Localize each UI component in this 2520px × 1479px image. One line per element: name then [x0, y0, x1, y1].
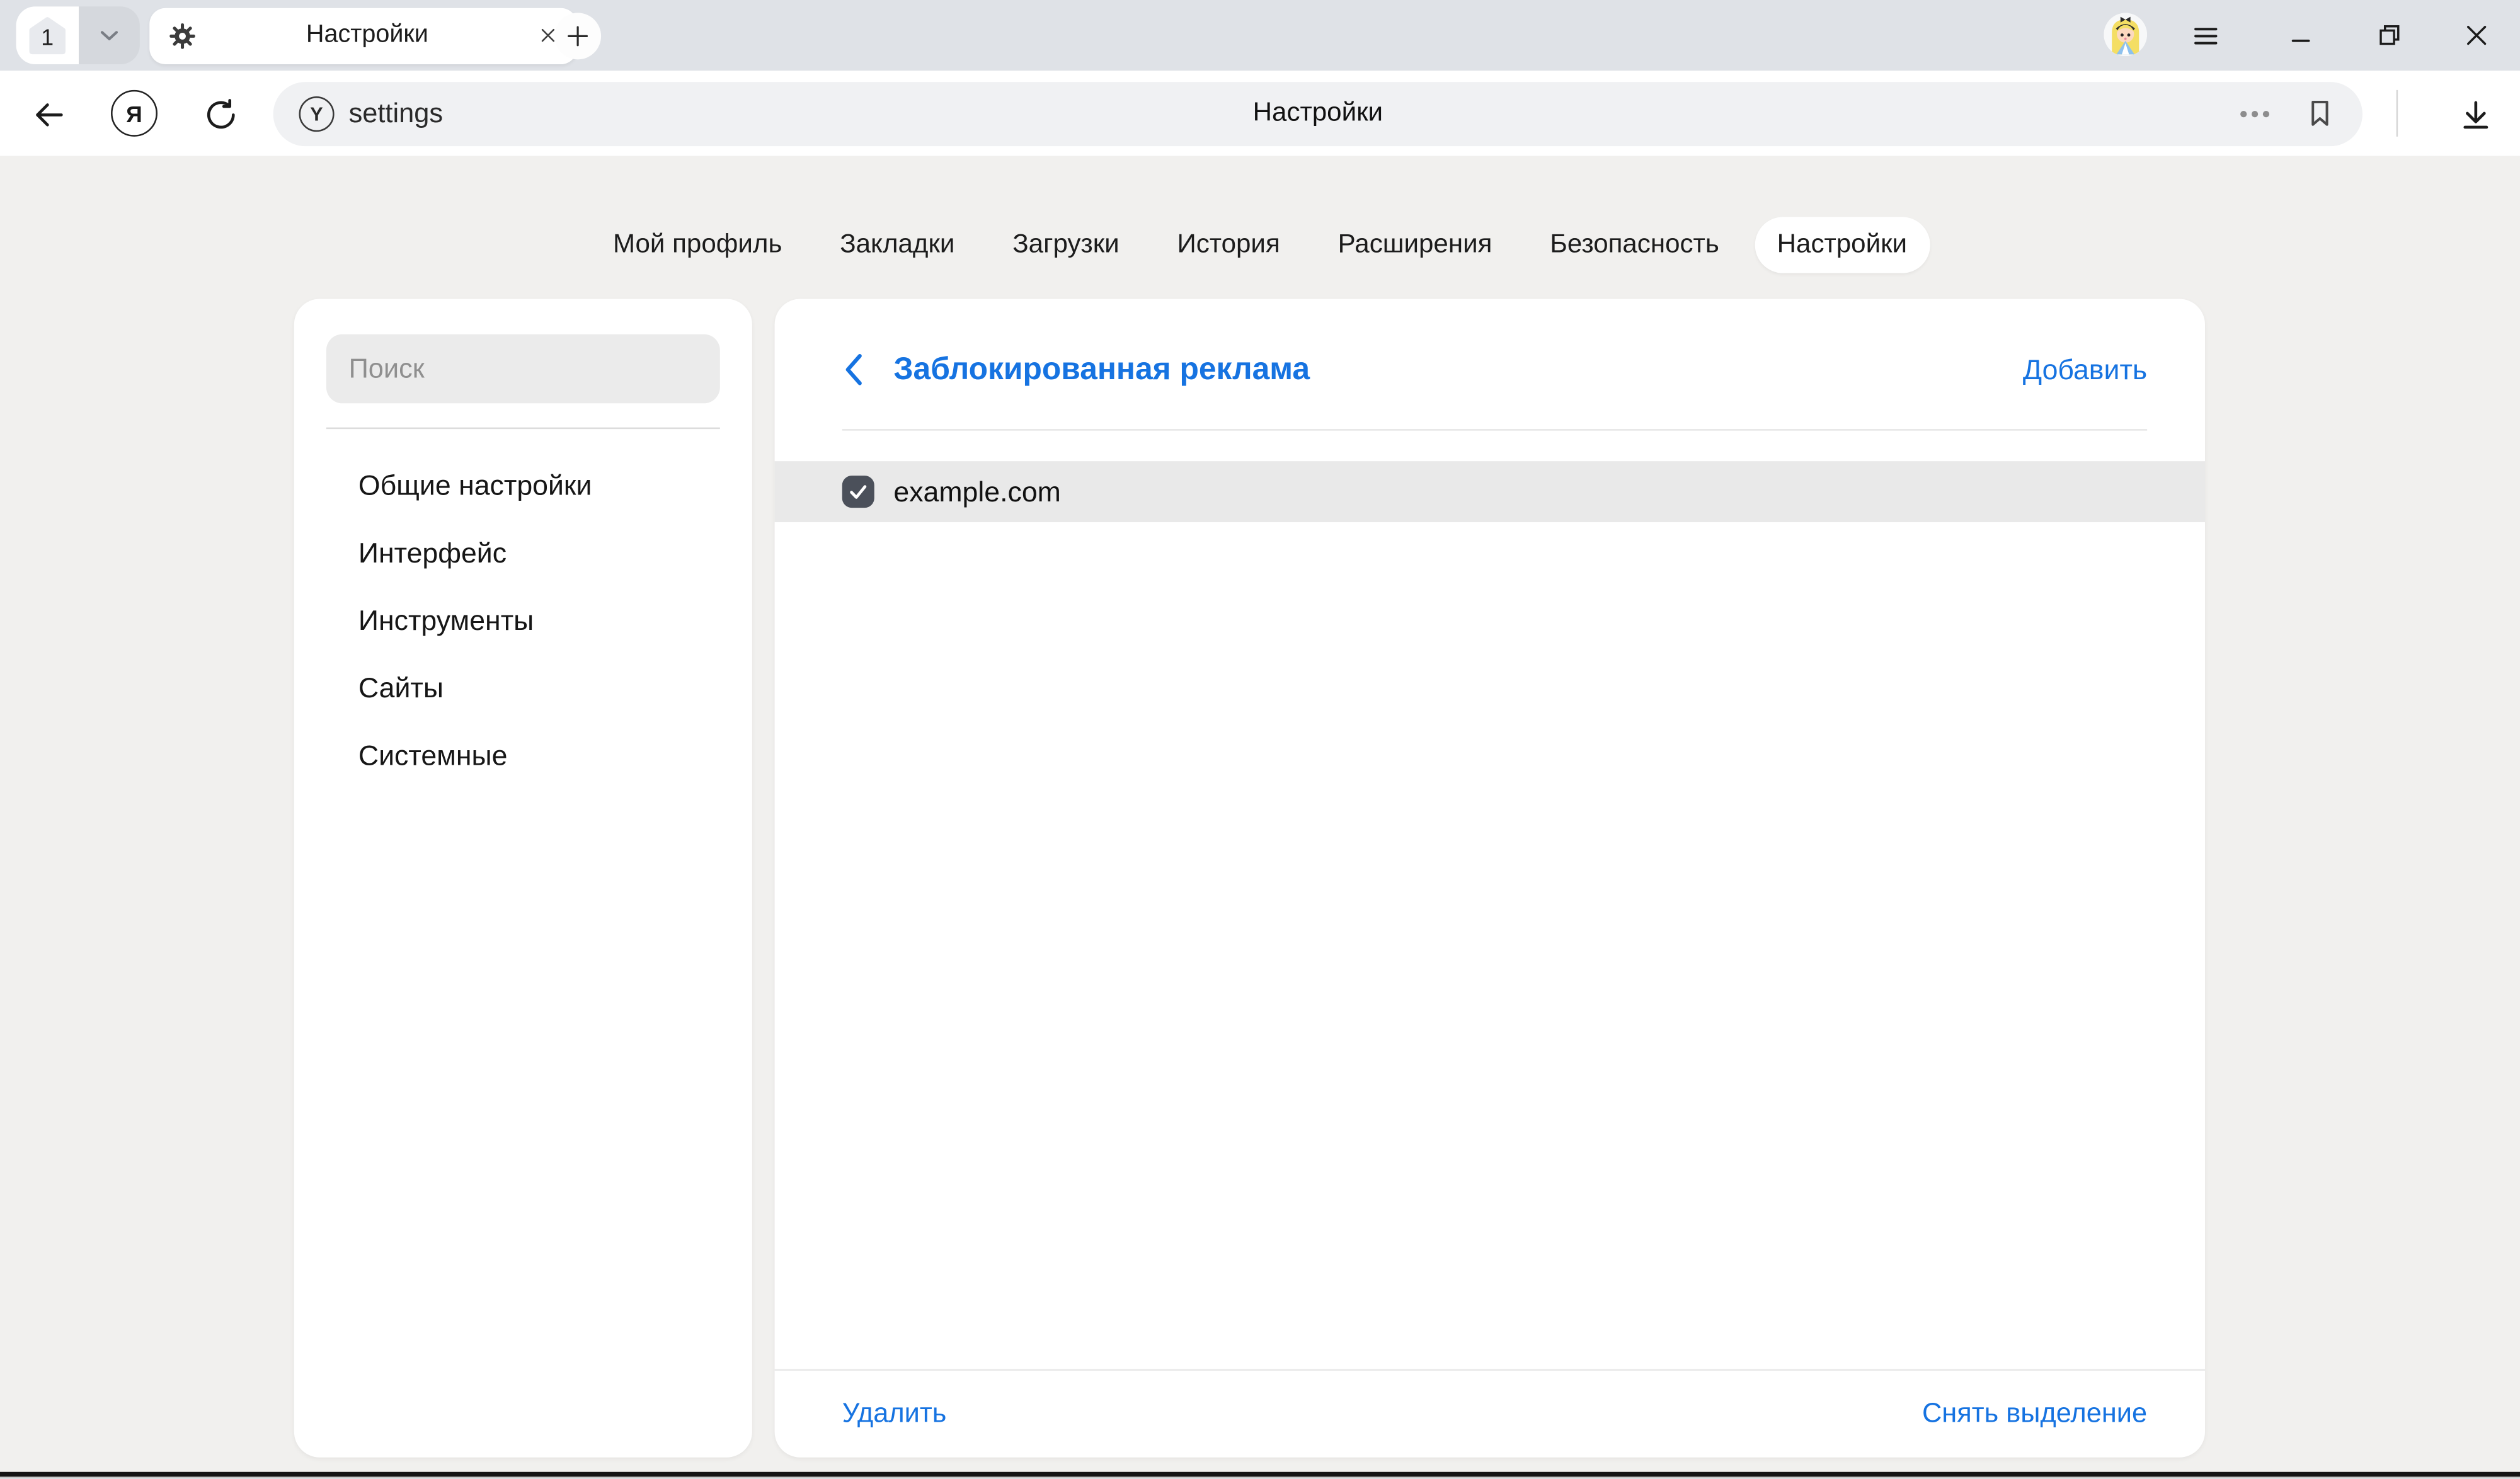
- download-icon: [2456, 96, 2494, 133]
- nav-tab-settings-active[interactable]: Настройки: [1755, 217, 1930, 273]
- back-arrow-icon: [30, 96, 67, 133]
- nav-tab-history[interactable]: История: [1155, 217, 1303, 273]
- toolbar-divider: [2397, 90, 2398, 137]
- nav-tab-label: Загрузки: [1012, 230, 1119, 260]
- restore-button[interactable]: [2374, 20, 2406, 52]
- tab-strip: 1: [0, 0, 2520, 71]
- app-root: 1: [0, 0, 2520, 1479]
- minimize-icon: [2287, 21, 2316, 50]
- browser-tab-settings[interactable]: Настройки: [149, 7, 577, 63]
- sidebar-item-label: Интерфейс: [358, 536, 507, 570]
- sidebar-item-label: Сайты: [358, 671, 444, 705]
- sidebar-divider: [326, 428, 720, 430]
- tab-group-count-button[interactable]: 1: [16, 6, 79, 64]
- restore-window-icon: [2375, 21, 2404, 50]
- minimize-button[interactable]: [2286, 20, 2318, 52]
- new-tab-button[interactable]: [554, 12, 601, 59]
- sidebar-item-tools[interactable]: Инструменты: [294, 586, 752, 654]
- settings-sidebar: Общие настройки Интерфейс Инструменты Са…: [294, 299, 752, 1457]
- yandex-home-button[interactable]: Я: [111, 90, 158, 137]
- panel-back-button[interactable]: [842, 352, 874, 387]
- blocked-ads-panel: Заблокированная реклама Добавить example…: [775, 299, 2205, 1457]
- delete-button[interactable]: Удалить: [842, 1398, 947, 1430]
- menu-button[interactable]: [2189, 20, 2221, 52]
- tab-title: Настройки: [196, 21, 538, 50]
- nav-tab-label: История: [1177, 230, 1280, 260]
- page-title: Настройки: [273, 81, 2362, 146]
- sidebar-item-interface[interactable]: Интерфейс: [294, 519, 752, 586]
- panel-footer: Удалить Снять выделение: [842, 1371, 2147, 1458]
- gear-icon: [169, 21, 196, 49]
- back-button[interactable]: [29, 95, 67, 134]
- site-favicon-y-icon: Y: [299, 96, 334, 131]
- panel-header-divider: [842, 429, 2147, 431]
- sidebar-item-general[interactable]: Общие настройки: [294, 452, 752, 519]
- nav-tab-profile[interactable]: Мой профиль: [590, 217, 805, 273]
- browser-window: 1: [0, 0, 2520, 1479]
- row-domain-label: example.com: [893, 475, 1061, 509]
- nav-tab-label: Закладки: [840, 230, 954, 260]
- nav-tab-downloads[interactable]: Загрузки: [990, 217, 1142, 273]
- blocked-ad-row[interactable]: example.com: [775, 461, 2205, 522]
- panel-header: Заблокированная реклама Добавить: [842, 338, 2147, 402]
- nav-tab-security[interactable]: Безопасность: [1528, 217, 1742, 273]
- sidebar-list: Общие настройки Интерфейс Инструменты Са…: [294, 452, 752, 789]
- settings-nav-tabs: Мой профиль Закладки Загрузки История Ра…: [0, 217, 2520, 273]
- close-window-button[interactable]: [2461, 20, 2493, 52]
- add-button[interactable]: Добавить: [2023, 353, 2147, 387]
- sidebar-item-label: Системные: [358, 738, 508, 772]
- toolbar: Я Y settings Настройки: [0, 71, 2520, 156]
- sidebar-item-sites[interactable]: Сайты: [294, 654, 752, 721]
- panel-title: Заблокированная реклама: [893, 351, 1310, 388]
- sidebar-item-label: Инструменты: [358, 603, 534, 637]
- tab-count-label: 1: [26, 15, 69, 59]
- nav-tab-label: Безопасность: [1550, 230, 1719, 260]
- reload-button[interactable]: [201, 95, 239, 134]
- downloads-button[interactable]: [2456, 95, 2494, 134]
- check-icon: [847, 481, 869, 503]
- sidebar-item-system[interactable]: Системные: [294, 721, 752, 789]
- more-options-icon[interactable]: [2235, 94, 2274, 132]
- chevron-left-icon: [842, 352, 865, 387]
- nav-tab-extensions[interactable]: Расширения: [1315, 217, 1515, 273]
- close-icon: [2462, 21, 2491, 50]
- url-bar[interactable]: Y settings Настройки: [273, 81, 2362, 146]
- deselect-button[interactable]: Снять выделение: [1922, 1398, 2147, 1430]
- plus-icon: [566, 23, 590, 47]
- avatar-girl-icon: [2104, 13, 2147, 56]
- search-input[interactable]: [326, 334, 720, 404]
- reload-icon: [202, 96, 239, 133]
- window-bottom-border: [0, 1476, 2520, 1479]
- nav-tab-label: Настройки: [1777, 230, 1907, 260]
- tab-group-dropdown-button[interactable]: [79, 6, 140, 64]
- tab-group-control[interactable]: 1: [16, 6, 140, 64]
- hamburger-icon: [2190, 20, 2220, 50]
- nav-tab-bookmarks[interactable]: Закладки: [818, 217, 978, 273]
- url-text: settings: [349, 97, 443, 129]
- chevron-down-icon: [95, 21, 124, 50]
- nav-tab-label: Расширения: [1338, 230, 1492, 260]
- sidebar-item-label: Общие настройки: [358, 469, 592, 503]
- nav-tab-label: Мой профиль: [613, 230, 782, 260]
- bookmark-icon[interactable]: [2303, 96, 2337, 130]
- avatar[interactable]: [2104, 13, 2147, 56]
- row-checkbox[interactable]: [842, 476, 874, 508]
